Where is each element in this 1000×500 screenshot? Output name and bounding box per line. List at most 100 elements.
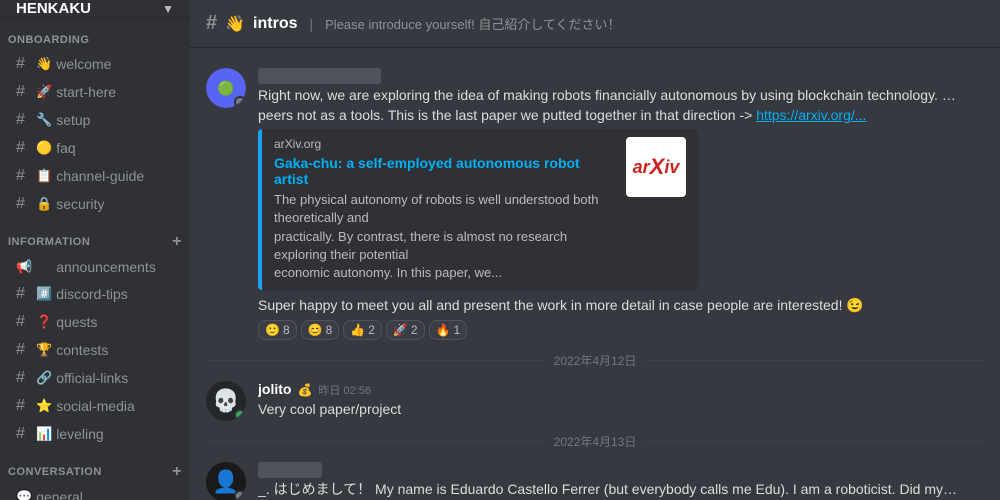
main-content: # 👋 intros | Please introduce yourself! … [190, 0, 1000, 500]
avatar: 👤 [206, 462, 246, 500]
message-header: jolito 💰 昨日 02:56 [258, 381, 984, 398]
channel-announcements[interactable]: 📢 announcements [8, 255, 182, 279]
status-indicator [234, 490, 246, 500]
hash-icon: # [16, 167, 32, 185]
message-header: ████████████ [258, 68, 984, 84]
server-header[interactable]: HENKAKU ▼ [0, 0, 190, 18]
embed-title[interactable]: Gaka-chu: a self-employed autonomous rob… [274, 155, 614, 187]
channel-emoji: 📊 [36, 426, 52, 442]
hash-icon: # [16, 341, 32, 359]
link-embed: arXiv.org Gaka-chu: a self-employed auto… [258, 129, 698, 290]
channel-official-links[interactable]: # 🔗 official-links [8, 365, 182, 391]
channel-channel-guide[interactable]: # 📋 channel-guide [8, 163, 182, 189]
message-group-edu: 👤 ██████ _. はじめまして！ My name is Eduardo C… [190, 458, 1000, 500]
section-onboarding: ONBOARDING [0, 18, 190, 50]
channel-emoji: 🚀 [36, 84, 52, 100]
reaction-thumbsup[interactable]: 👍2 [343, 320, 382, 340]
channel-setup[interactable]: # 🔧 setup [8, 107, 182, 133]
channel-label: welcome [56, 56, 111, 72]
reaction-fire[interactable]: 🔥1 [429, 320, 468, 340]
channel-start-here[interactable]: # 🚀 start-here [8, 79, 182, 105]
section-information-label: INFORMATION [8, 236, 90, 248]
hash-icon: # [16, 397, 32, 415]
channel-emoji: 🔧 [36, 112, 52, 128]
channel-emoji: ❓ [36, 314, 52, 330]
messages-container[interactable]: 🟢 ████████████ Right now, we are explori… [190, 48, 1000, 500]
date-divider-apr12: 2022年4月12日 [190, 344, 1000, 377]
channel-general[interactable]: 💬 general [8, 485, 182, 500]
channel-emoji: 📢 [16, 259, 32, 275]
username: ████████████ [258, 68, 381, 84]
channel-label: official-links [56, 370, 128, 386]
channel-social-media[interactable]: # ⭐ social-media [8, 393, 182, 419]
server-name: HENKAKU [16, 0, 91, 17]
channel-topic: Please introduce yourself! 自己紹介してください！ [325, 14, 620, 33]
arxiv-logo: arXiv [626, 137, 686, 197]
channel-emoji: 🟡 [36, 140, 52, 156]
channel-emoji: 👋 [36, 56, 52, 72]
hash-icon: # [16, 195, 32, 213]
hash-icon: # [16, 425, 32, 443]
date-label: 2022年4月12日 [554, 352, 637, 369]
channel-label: channel-guide [56, 168, 144, 184]
channel-label: faq [56, 140, 75, 156]
section-information: INFORMATION + [0, 218, 190, 254]
speech-bubble-icon: 💬 [16, 489, 32, 500]
status-indicator [234, 409, 246, 421]
channel-faq[interactable]: # 🟡 faq [8, 135, 182, 161]
section-conversation: CONVERSATION + [0, 448, 190, 484]
reactions: 🙂8 😊8 👍2 🚀2 🔥1 [258, 320, 984, 340]
message-content: ████████████ Right now, we are exploring… [258, 68, 984, 340]
followup-text: Super happy to meet you all and present … [258, 296, 984, 316]
channel-label: leveling [56, 426, 103, 442]
channel-label: contests [56, 342, 108, 358]
channel-leveling[interactable]: # 📊 leveling [8, 421, 182, 447]
username: ██████ [258, 462, 322, 478]
hash-icon: # [16, 83, 32, 101]
channel-security[interactable]: # 🔒 security [8, 191, 182, 217]
date-label: 2022年4月13日 [554, 433, 637, 450]
channel-emoji: 🔗 [36, 370, 52, 386]
message-text: Very cool paper/project [258, 400, 984, 420]
message-content: ██████ _. はじめまして！ My name is Eduardo Cas… [258, 462, 984, 500]
section-onboarding-label: ONBOARDING [8, 34, 89, 46]
channel-label: social-media [56, 398, 135, 414]
channel-quests[interactable]: # ❓ quests [8, 309, 182, 335]
message-content: jolito 💰 昨日 02:56 Very cool paper/projec… [258, 381, 984, 421]
header-divider: | [310, 16, 314, 32]
sidebar: HENKAKU ▼ ONBOARDING # 👋 welcome # 🚀 sta… [0, 0, 190, 500]
channel-emoji: 📋 [36, 168, 52, 184]
hash-icon: # [16, 369, 32, 387]
reaction-rocket[interactable]: 🚀2 [386, 320, 425, 340]
channel-header-emoji: 👋 [225, 14, 245, 34]
add-conversation-button[interactable]: + [172, 464, 182, 480]
channel-label: security [56, 196, 104, 212]
channel-discord-tips[interactable]: # #️⃣ discord-tips [8, 281, 182, 307]
section-conversation-label: CONVERSATION [8, 466, 102, 478]
channel-welcome[interactable]: # 👋 welcome [8, 51, 182, 77]
channel-emoji: #️⃣ [36, 286, 52, 302]
hash-icon: # [16, 139, 32, 157]
channel-emoji: 🏆 [36, 342, 52, 358]
reaction-blush[interactable]: 😊8 [301, 320, 340, 340]
channel-label: discord-tips [56, 286, 128, 302]
date-divider-apr13: 2022年4月13日 [190, 425, 1000, 458]
channel-header-hash: # [206, 12, 217, 35]
avatar: 💀 [206, 381, 246, 421]
server-chevron-icon: ▼ [162, 2, 174, 16]
avatar: 🟢 [206, 68, 246, 108]
timestamp: 昨日 02:56 [318, 382, 371, 398]
channel-header-name: intros [253, 15, 297, 33]
embed-site: arXiv.org [274, 137, 614, 151]
hash-icon: # [16, 313, 32, 331]
add-channel-button[interactable]: + [172, 234, 182, 250]
channel-label: start-here [56, 84, 116, 100]
status-indicator [234, 96, 246, 108]
arxiv-link[interactable]: https://arxiv.org/... [756, 107, 866, 123]
reaction-smile[interactable]: 🙂8 [258, 320, 297, 340]
channel-contests[interactable]: # 🏆 contests [8, 337, 182, 363]
channel-label: general [36, 489, 83, 500]
channel-emoji: 🔒 [36, 196, 52, 212]
channel-header: # 👋 intros | Please introduce yourself! … [190, 0, 1000, 48]
message-text: Right now, we are exploring the idea of … [258, 86, 958, 125]
